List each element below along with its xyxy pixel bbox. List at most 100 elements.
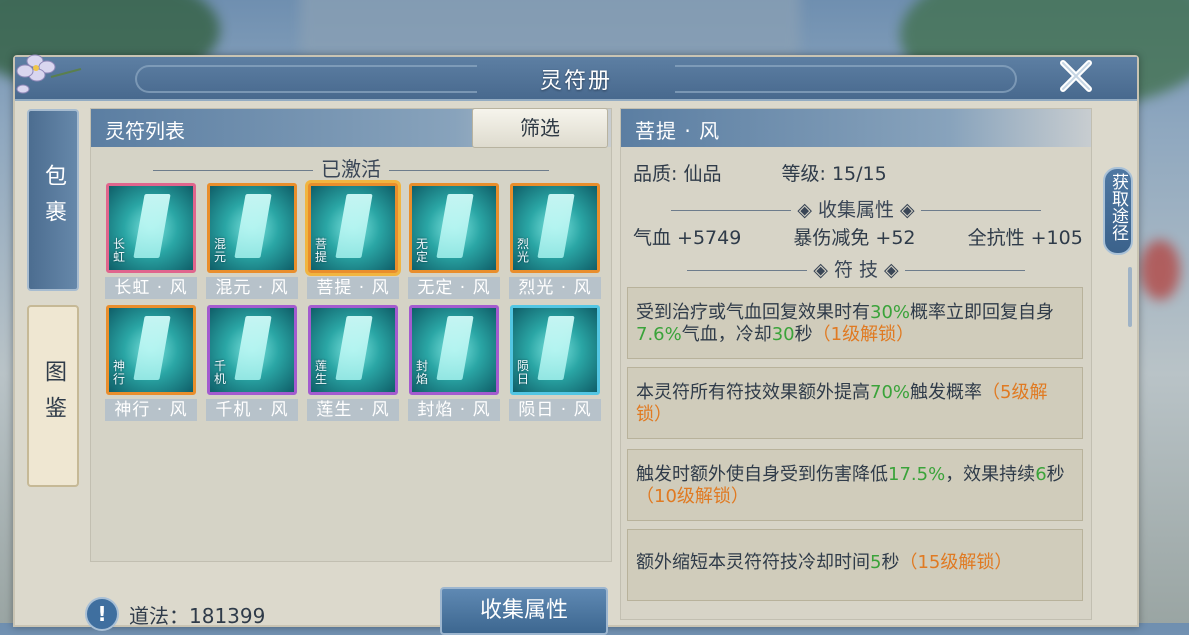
skill-text-segment: 气血，冷却 — [681, 324, 772, 345]
skill-text-segment: 秒 — [1046, 464, 1065, 485]
talisman-detail-panel: 菩提 · 风 品质: 仙品 等级: 15/15 ◈ 收集属性 ◈ 气血 +574… — [620, 108, 1092, 620]
talisman-paper-icon — [133, 316, 171, 380]
talisman-card-icon[interactable]: 莲生 — [308, 305, 398, 395]
talisman-item[interactable]: 烈光烈光 · 风 — [509, 183, 601, 299]
close-icon[interactable] — [1055, 55, 1097, 97]
talisman-name: 莲生 · 风 — [307, 399, 399, 421]
talisman-glyph: 封焰 — [416, 359, 429, 386]
talisman-item[interactable]: 莲生莲生 · 风 — [307, 305, 399, 421]
talisman-item[interactable]: 陨日陨日 · 风 — [509, 305, 601, 421]
talisman-glyph: 混元 — [214, 237, 227, 264]
talisman-glyph: 长虹 — [113, 237, 126, 264]
detail-title: 菩提 · 风 — [635, 119, 721, 143]
talisman-paper-icon — [436, 194, 474, 258]
skill-text-segment: 5 — [870, 552, 882, 573]
skill-text-segment: （1级解锁） — [812, 324, 915, 345]
tab-codex-label: 图鉴 — [41, 360, 66, 432]
talisman-card-icon[interactable]: 烈光 — [510, 183, 600, 273]
stat-crit-reduction: 暴伤减免 +52 — [793, 227, 916, 249]
talisman-name: 烈光 · 风 — [509, 277, 601, 299]
divider-line — [920, 210, 1041, 211]
skill-text-segment: （15级解锁） — [899, 552, 1013, 573]
skill-text-segment: ，效果持续 — [945, 464, 1036, 485]
talisman-paper-icon — [537, 194, 575, 258]
skill-description: 触发时额外使自身受到伤害降低17.5%，效果持续6秒 （10级解锁） — [627, 449, 1083, 521]
tab-inventory-label: 包裹 — [41, 164, 66, 236]
stat-hp: 气血 +5749 — [633, 227, 742, 249]
talisman-item[interactable]: 混元混元 · 风 — [206, 183, 298, 299]
stat-all-resist: 全抗性 +105 — [967, 227, 1083, 249]
talisman-paper-icon — [234, 194, 272, 258]
collect-attributes-divider: ◈ 收集属性 ◈ — [631, 195, 1081, 222]
talisman-name: 菩提 · 风 — [307, 277, 399, 299]
skill-description: 受到治疗或气血回复效果时有30%概率立即回复自身 7.6%气血，冷却30秒（1级解… — [627, 287, 1083, 359]
section-divider-line — [389, 170, 549, 171]
skill-text-segment: 7.6% — [636, 324, 682, 345]
skill-text-segment: 触发概率 — [910, 382, 983, 403]
talisman-card-icon[interactable]: 长虹 — [106, 183, 196, 273]
divider-line — [904, 270, 1025, 271]
talisman-name: 千机 · 风 — [206, 399, 298, 421]
list-title: 灵符列表 — [105, 119, 185, 143]
skill-description: 本灵符所有符技效果额外提高70%触发概率（5级解锁） — [627, 367, 1083, 439]
stats-row: 气血 +5749 暴伤减免 +52 全抗性 +105 — [633, 223, 1083, 250]
collect-attributes-button[interactable]: 收集属性 — [440, 587, 608, 635]
talisman-card-icon[interactable]: 神行 — [106, 305, 196, 395]
talisman-glyph: 无定 — [416, 237, 429, 264]
skill-header: 符 技 — [833, 259, 879, 281]
skill-text-segment: 触发时额外使自身受到伤害降低 — [636, 464, 888, 485]
tab-inventory[interactable]: 包裹 — [27, 109, 79, 291]
section-divider-line — [153, 170, 313, 171]
scrollbar[interactable] — [1128, 267, 1132, 327]
talisman-glyph: 陨日 — [517, 359, 530, 386]
activated-section-label: 已激活 — [91, 153, 611, 182]
skill-text-segment: 6 — [1035, 464, 1047, 485]
talisman-item[interactable]: 千机千机 · 风 — [206, 305, 298, 421]
talisman-item[interactable]: 菩提菩提 · 风 — [307, 183, 399, 299]
talisman-paper-icon — [133, 194, 171, 258]
talisman-name: 陨日 · 风 — [509, 399, 601, 421]
list-header: 灵符列表 筛选 — [91, 108, 611, 148]
skill-text-segment: 本灵符所有符技效果额外提高 — [636, 382, 870, 403]
skill-text-segment: 概率立即回复自身 — [910, 302, 1055, 323]
skill-divider: ◈ 符 技 ◈ — [631, 255, 1081, 282]
tab-codex[interactable]: 图鉴 — [27, 305, 79, 487]
talisman-glyph: 莲生 — [315, 359, 328, 386]
talisman-card-icon[interactable]: 混元 — [207, 183, 297, 273]
background-building — [300, 0, 800, 60]
talisman-name: 封焰 · 风 — [408, 399, 500, 421]
activated-label: 已激活 — [321, 157, 381, 181]
collect-attributes-header: 收集属性 — [817, 199, 894, 221]
window-title: 灵符册 — [539, 69, 612, 94]
talisman-paper-icon — [335, 194, 373, 258]
skill-text-segment: 30 — [771, 324, 795, 345]
acquire-route-label: 获取途径 — [1108, 173, 1128, 241]
skill-text-segment: 17.5% — [888, 464, 946, 485]
skill-text-segment: 秒 — [794, 324, 813, 345]
talisman-item[interactable]: 无定 无定 · 风 — [408, 183, 500, 299]
flower-ornament-icon — [16, 54, 82, 94]
talisman-paper-icon — [335, 316, 373, 380]
talisman-card-icon[interactable]: 陨日 — [510, 305, 600, 395]
talisman-item[interactable]: 神行 神行 · 风 — [105, 305, 197, 421]
talisman-item[interactable]: 长虹长虹 · 风 — [105, 183, 197, 299]
level-text: 等级: 15/15 — [781, 163, 887, 185]
talisman-glyph: 千机 — [214, 359, 227, 386]
talisman-card-icon[interactable]: 无定 — [409, 183, 499, 273]
talisman-paper-icon — [436, 316, 474, 380]
talisman-glyph: 神行 — [113, 359, 126, 386]
acquire-route-button[interactable]: 获取途径 — [1103, 167, 1133, 255]
info-icon[interactable]: ! — [85, 597, 119, 631]
skill-description: 额外缩短本灵符符技冷却时间5秒（15级解锁） — [627, 529, 1083, 601]
detail-header: 菩提 · 风 — [621, 109, 1091, 147]
talisman-card-icon[interactable]: 封焰 — [409, 305, 499, 395]
talisman-name: 长虹 · 风 — [105, 277, 197, 299]
talisman-card-icon[interactable]: 千机 — [207, 305, 297, 395]
talisman-name: 混元 · 风 — [206, 277, 298, 299]
skill-text-segment: 70% — [870, 382, 911, 403]
talisman-card-icon[interactable]: 菩提 — [308, 183, 398, 273]
skill-text-segment: 额外缩短本灵符符技冷却时间 — [636, 552, 870, 573]
talisman-item[interactable]: 封焰封焰 · 风 — [408, 305, 500, 421]
talisman-list-panel: 灵符列表 筛选 已激活 长虹长虹 · 风混元混元 · 风菩提菩提 · 风无定 无定… — [90, 108, 612, 562]
filter-button[interactable]: 筛选 — [472, 108, 608, 148]
